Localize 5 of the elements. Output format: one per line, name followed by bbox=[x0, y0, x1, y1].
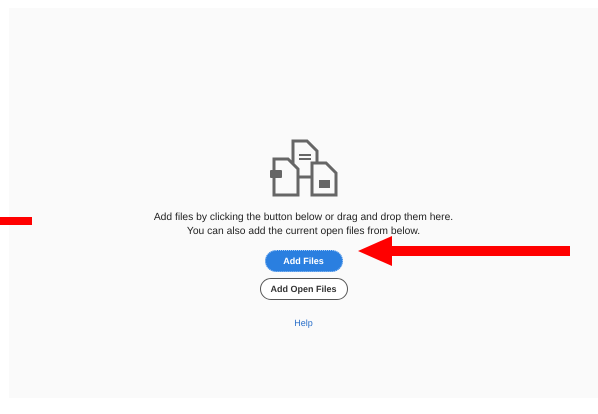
help-link[interactable]: Help bbox=[294, 318, 313, 328]
instruction-text: Add files by clicking the button below or drag and drop them here. You can also add the current open files from below. bbox=[154, 211, 454, 239]
annotation-bar bbox=[0, 217, 32, 225]
add-open-files-button[interactable]: Add Open Files bbox=[260, 278, 348, 300]
add-files-button[interactable]: Add Files bbox=[264, 250, 342, 272]
